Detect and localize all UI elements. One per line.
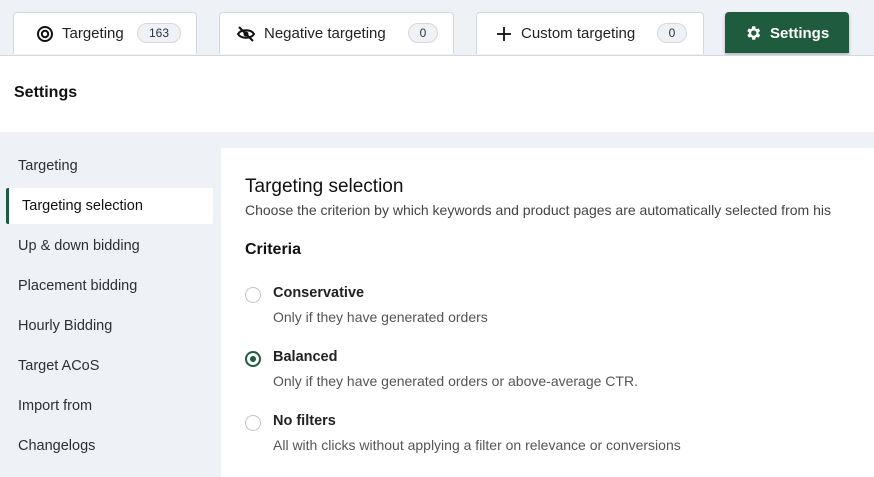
tab-label: Custom targeting — [521, 25, 636, 42]
page-title: Settings — [14, 84, 78, 101]
option-label: Balanced — [273, 349, 338, 365]
settings-sidebar: Targeting Targeting selection Up & down … — [6, 148, 213, 468]
tab-label: Targeting — [62, 25, 124, 42]
count-badge: 0 — [408, 23, 438, 43]
option-description: All with clicks without applying a filte… — [273, 437, 681, 453]
criteria-heading: Criteria — [245, 241, 302, 258]
option-label: Conservative — [273, 285, 365, 301]
count-badge: 0 — [657, 23, 687, 43]
sidebar-item-targeting-selection[interactable]: Targeting selection — [6, 188, 213, 224]
section-title: Targeting selection — [245, 176, 404, 197]
sidebar-item-up-down-bidding[interactable]: Up & down bidding — [6, 228, 213, 264]
gear-icon — [744, 24, 762, 42]
sidebar-item-changelogs[interactable]: Changelogs — [6, 428, 213, 464]
targeting-selection-panel: Targeting selection Choose the criterion… — [221, 148, 874, 477]
radio-conservative[interactable] — [245, 287, 261, 303]
sidebar-item-target-acos[interactable]: Target ACoS — [6, 348, 213, 384]
tab-negative-targeting[interactable]: Negative targeting 0 — [219, 12, 454, 54]
tab-targeting[interactable]: Targeting 163 — [13, 12, 197, 54]
sidebar-item-hourly-bidding[interactable]: Hourly Bidding — [6, 308, 213, 344]
option-label: No filters — [273, 413, 336, 429]
tab-custom-targeting[interactable]: Custom targeting 0 — [476, 12, 704, 54]
sidebar-item-targeting[interactable]: Targeting — [6, 148, 213, 184]
radio-balanced[interactable] — [245, 351, 261, 367]
count-badge: 163 — [137, 23, 181, 43]
sidebar-item-placement-bidding[interactable]: Placement bidding — [6, 268, 213, 304]
page-header: Settings — [0, 56, 874, 132]
radio-no-filters[interactable] — [245, 415, 261, 431]
eye-off-icon — [236, 25, 256, 43]
tab-label: Settings — [770, 24, 830, 42]
sidebar-item-import-from[interactable]: Import from — [6, 388, 213, 424]
settings-body: Targeting Targeting selection Up & down … — [0, 132, 874, 477]
section-description: Choose the criterion by which keywords a… — [245, 202, 831, 218]
option-description: Only if they have generated orders — [273, 309, 488, 325]
plus-icon — [495, 25, 513, 43]
option-description: Only if they have generated orders or ab… — [273, 373, 638, 389]
target-icon — [36, 25, 54, 43]
tab-bar: Targeting 163 Negative targeting 0 Custo… — [0, 0, 874, 56]
tab-label: Negative targeting — [264, 25, 386, 42]
tab-settings[interactable]: Settings — [725, 12, 849, 53]
